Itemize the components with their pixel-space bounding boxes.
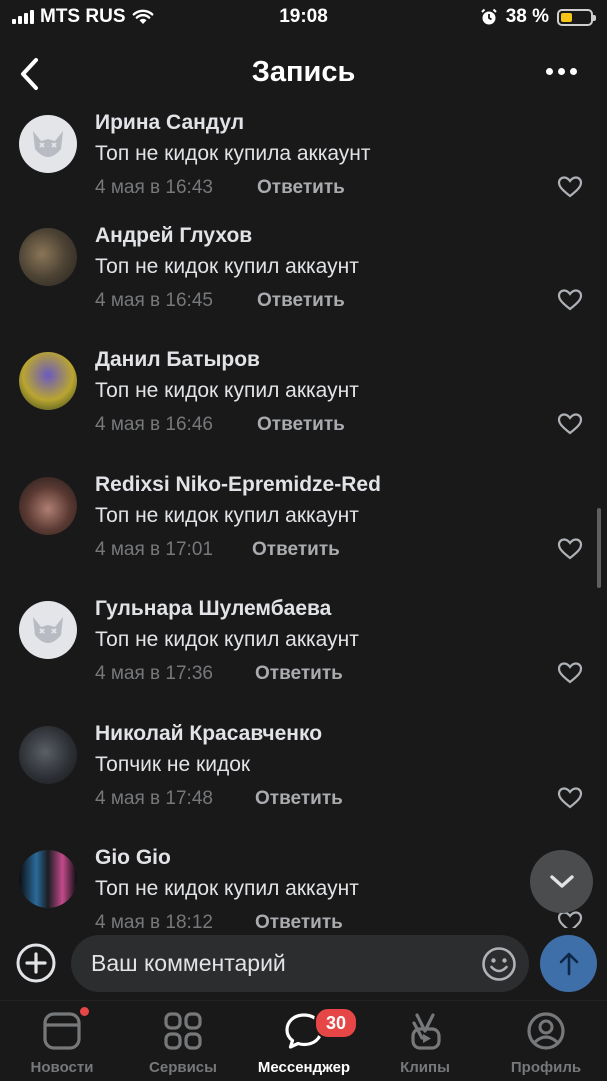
photo-avatar[interactable] <box>19 726 77 784</box>
tab-news[interactable]: Новости <box>2 1007 122 1081</box>
comment-item: Gio Gio Топ не кидок купил аккаунт 4 мая… <box>0 846 607 928</box>
comment-item: Данил Батыров Топ не кидок купил аккаунт… <box>0 348 607 476</box>
reply-button[interactable]: Ответить <box>252 539 340 561</box>
reply-button[interactable]: Ответить <box>257 414 345 436</box>
reply-button[interactable]: Ответить <box>257 290 345 312</box>
comment-item: Андрей Глухов Топ не кидок купил аккаунт… <box>0 224 607 352</box>
comment-author[interactable]: Гульнара Шулембаева <box>95 597 331 621</box>
scroll-to-bottom-button[interactable] <box>530 850 593 913</box>
tab-label: Клипы <box>400 1059 450 1076</box>
news-icon <box>43 1012 81 1050</box>
battery-level <box>561 12 572 22</box>
heart-icon[interactable] <box>557 288 583 312</box>
notification-dot <box>80 1007 89 1016</box>
comment-author[interactable]: Николай Красавченко <box>95 722 322 746</box>
tab-services[interactable]: Сервисы <box>123 1009 243 1081</box>
alarm-icon <box>480 8 497 25</box>
reply-button[interactable]: Ответить <box>255 912 343 928</box>
comment-composer <box>0 928 607 1000</box>
tab-label: Профиль <box>510 1059 582 1076</box>
unread-count-badge: 30 <box>314 1007 358 1039</box>
tab-bar: Новости Сервисы 30 Мессенджер Клипы Проф… <box>0 1000 607 1081</box>
tab-messenger[interactable]: 30 Мессенджер <box>244 1007 364 1081</box>
tab-label: Сервисы <box>149 1059 217 1076</box>
comment-date: 4 мая в 18:12 <box>95 912 213 928</box>
tab-clips[interactable]: Клипы <box>365 1009 485 1081</box>
more-dot-icon <box>546 68 553 75</box>
comment-author[interactable]: Gio Gio <box>95 846 171 870</box>
tab-label: Мессенджер <box>257 1059 351 1076</box>
reply-button[interactable]: Ответить <box>255 663 343 685</box>
more-dot-icon <box>558 68 565 75</box>
comment-author[interactable]: Ирина Сандул <box>95 111 244 135</box>
battery-icon <box>557 8 596 26</box>
default-avatar[interactable] <box>19 601 77 659</box>
comment-date: 4 мая в 17:01 <box>95 539 213 560</box>
default-avatar[interactable] <box>19 115 77 173</box>
services-icon <box>164 1012 202 1050</box>
heart-icon[interactable] <box>557 786 583 810</box>
tab-label: Новости <box>30 1059 94 1076</box>
reply-button[interactable]: Ответить <box>255 788 343 810</box>
comment-text: Топ не кидок купил аккаунт <box>95 628 359 651</box>
dog-face-icon <box>33 131 63 157</box>
comment-text: Топ не кидок купил аккаунт <box>95 255 359 278</box>
profile-icon <box>527 1012 565 1050</box>
status-right: 38 % <box>480 6 596 28</box>
battery-percent: 38 % <box>505 6 549 27</box>
add-attachment-icon[interactable] <box>15 942 57 984</box>
chevron-down-icon <box>549 874 574 888</box>
comment-author[interactable]: Данил Батыров <box>95 348 260 372</box>
heart-icon[interactable] <box>557 175 583 199</box>
comment-text: Топ не кидок купила аккаунт <box>95 142 371 165</box>
comment-item: Redixsi Niko-Epremidze-Red Топ не кидок … <box>0 473 607 601</box>
comment-item: Ирина Сандул Топ не кидок купила аккаунт… <box>0 111 607 239</box>
heart-icon[interactable] <box>557 412 583 436</box>
heart-icon[interactable] <box>557 537 583 561</box>
photo-avatar[interactable] <box>19 850 77 908</box>
photo-avatar[interactable] <box>19 228 77 286</box>
comments-list[interactable]: Ирина Сандул Топ не кидок купила аккаунт… <box>0 110 607 928</box>
comment-item: Гульнара Шулембаева Топ не кидок купил а… <box>0 597 607 725</box>
more-options-button[interactable] <box>546 68 577 75</box>
photo-avatar[interactable] <box>19 477 77 535</box>
photo-avatar[interactable] <box>19 352 77 410</box>
more-dot-icon <box>570 68 577 75</box>
clips-icon <box>411 1013 441 1050</box>
arrow-up-icon <box>559 952 578 975</box>
comment-date: 4 мая в 16:45 <box>95 290 213 311</box>
tab-profile[interactable]: Профиль <box>486 1009 606 1081</box>
dog-face-icon <box>33 617 63 643</box>
comment-text: Топ не кидок купил аккаунт <box>95 877 359 900</box>
reply-button[interactable]: Ответить <box>257 177 345 199</box>
page-title: Запись <box>251 56 356 88</box>
comment-author[interactable]: Андрей Глухов <box>95 224 252 248</box>
scrollbar[interactable] <box>597 508 601 588</box>
comment-date: 4 мая в 16:43 <box>95 177 213 198</box>
comment-date: 4 мая в 17:36 <box>95 663 213 684</box>
comment-text: Топчик не кидок <box>95 753 251 776</box>
comment-text: Топ не кидок купил аккаунт <box>95 504 359 527</box>
emoji-icon[interactable] <box>481 946 517 982</box>
status-bar: MTS RUS 19:08 38 % <box>0 0 607 34</box>
comment-item: Николай Красавченко Топчик не кидок 4 ма… <box>0 722 607 850</box>
comment-date: 4 мая в 16:46 <box>95 414 213 435</box>
comment-text: Топ не кидок купил аккаунт <box>95 379 359 402</box>
comment-author[interactable]: Redixsi Niko-Epremidze-Red <box>95 473 381 497</box>
heart-icon[interactable] <box>557 661 583 685</box>
send-button[interactable] <box>540 935 597 992</box>
navigation-bar: Запись <box>0 40 607 110</box>
comment-date: 4 мая в 17:48 <box>95 788 213 809</box>
comment-input[interactable] <box>71 935 529 992</box>
